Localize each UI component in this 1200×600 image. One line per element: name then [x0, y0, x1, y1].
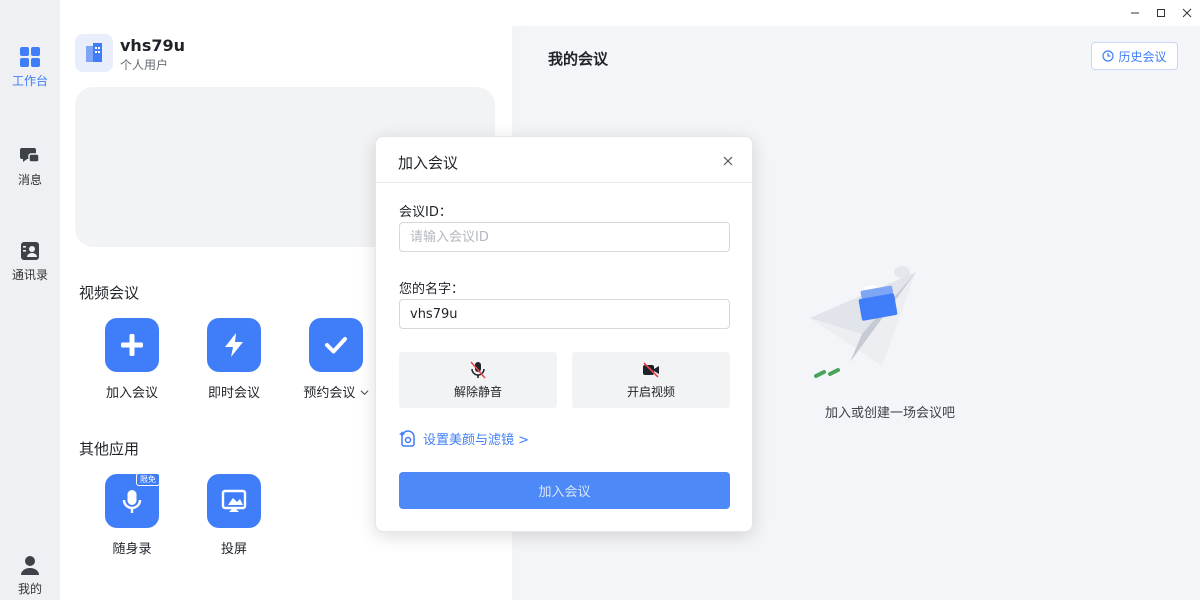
- microphone-muted-icon: [470, 361, 486, 379]
- screen-cast-icon: [221, 489, 247, 512]
- lightning-icon: [225, 333, 243, 357]
- beauty-link-label: 设置美颜与滤镜 >: [423, 433, 530, 448]
- grid-icon: [20, 47, 40, 67]
- schedule-meeting-app[interactable]: 预约会议: [298, 318, 374, 401]
- close-icon: [1182, 8, 1192, 18]
- screen-cast-app[interactable]: 投屏: [196, 474, 272, 557]
- person-icon: [21, 556, 39, 575]
- section-title-other: 其他应用: [79, 440, 140, 458]
- beauty-icon: [399, 429, 415, 447]
- nav-item-messages[interactable]: 消息: [0, 145, 60, 201]
- join-tile: [105, 318, 159, 372]
- nav-label: 通讯录: [11, 268, 48, 282]
- meeting-id-input[interactable]: [399, 222, 730, 252]
- instant-tile: [207, 318, 261, 372]
- chat-icon: [20, 148, 40, 163]
- maximize-button[interactable]: [1150, 4, 1172, 22]
- maximize-icon: [1157, 9, 1165, 17]
- microphone-icon: [122, 490, 142, 513]
- user-type: 个人用户: [120, 58, 169, 72]
- side-nav: 工作台 消息 通讯录 我的: [0, 0, 60, 600]
- nav-item-workbench[interactable]: 工作台: [0, 46, 60, 102]
- instant-meeting-app[interactable]: 即时会议: [196, 318, 272, 401]
- your-name-input[interactable]: [399, 299, 730, 329]
- join-meeting-button[interactable]: 加入会议: [399, 472, 730, 509]
- contacts-icon: [21, 242, 39, 260]
- check-icon: [325, 337, 347, 354]
- recorder-tile: 限免: [105, 473, 160, 528]
- camera-off-icon: [643, 362, 659, 378]
- plus-icon: [121, 334, 143, 356]
- nav-item-me[interactable]: 我的: [0, 554, 60, 600]
- nav-label: 工作台: [11, 74, 48, 88]
- dialog-title: 加入会议: [398, 154, 459, 172]
- app-label: 投屏: [220, 542, 247, 557]
- close-window-button[interactable]: [1176, 4, 1198, 22]
- building-icon: [86, 43, 102, 62]
- recorder-app[interactable]: 限免 随身录: [94, 473, 170, 557]
- clock-icon: [1102, 50, 1115, 62]
- nav-label: 消息: [17, 173, 42, 187]
- share-tile: [207, 474, 261, 528]
- start-video-toggle[interactable]: 开启视频: [572, 352, 730, 408]
- meeting-id-label: 会议ID：: [399, 205, 452, 220]
- empty-state-text: 加入或创建一场会议吧: [824, 406, 955, 421]
- your-name-label: 您的名字：: [399, 282, 465, 297]
- user-name: vhs79u: [120, 36, 185, 55]
- join-meeting-app[interactable]: 加入会议: [94, 318, 170, 401]
- history-meetings-button[interactable]: 历史会议: [1091, 42, 1178, 70]
- dialog-close-button[interactable]: [720, 153, 736, 169]
- chevron-down-icon: [360, 390, 369, 396]
- app-label: 预约会议: [303, 382, 369, 401]
- minimize-icon: [1131, 12, 1139, 14]
- section-title-video: 视频会议: [79, 284, 140, 302]
- schedule-label: 预约会议: [303, 386, 356, 401]
- avatar[interactable]: [75, 34, 113, 72]
- beauty-filter-link[interactable]: 设置美颜与滤镜 >: [399, 429, 529, 448]
- nav-item-contacts[interactable]: 通讯录: [0, 240, 60, 296]
- divider: [376, 182, 752, 183]
- close-icon: [723, 156, 733, 166]
- toggle-label: 解除静音: [453, 385, 502, 399]
- history-label: 历史会议: [1118, 49, 1167, 64]
- app-label: 加入会议: [105, 386, 158, 401]
- paper-plane-illustration: [810, 266, 916, 378]
- free-badge: 限免: [136, 473, 160, 486]
- app-label: 随身录: [112, 542, 152, 557]
- unmute-toggle[interactable]: 解除静音: [399, 352, 557, 408]
- app-label: 即时会议: [207, 386, 260, 401]
- nav-label: 我的: [17, 582, 42, 596]
- toggle-label: 开启视频: [626, 385, 675, 399]
- minimize-button[interactable]: [1124, 4, 1146, 22]
- panel-title: 我的会议: [548, 50, 609, 68]
- join-meeting-dialog: 加入会议 会议ID： 您的名字： 解除静音 开启视频: [375, 136, 753, 532]
- schedule-tile: [309, 318, 363, 372]
